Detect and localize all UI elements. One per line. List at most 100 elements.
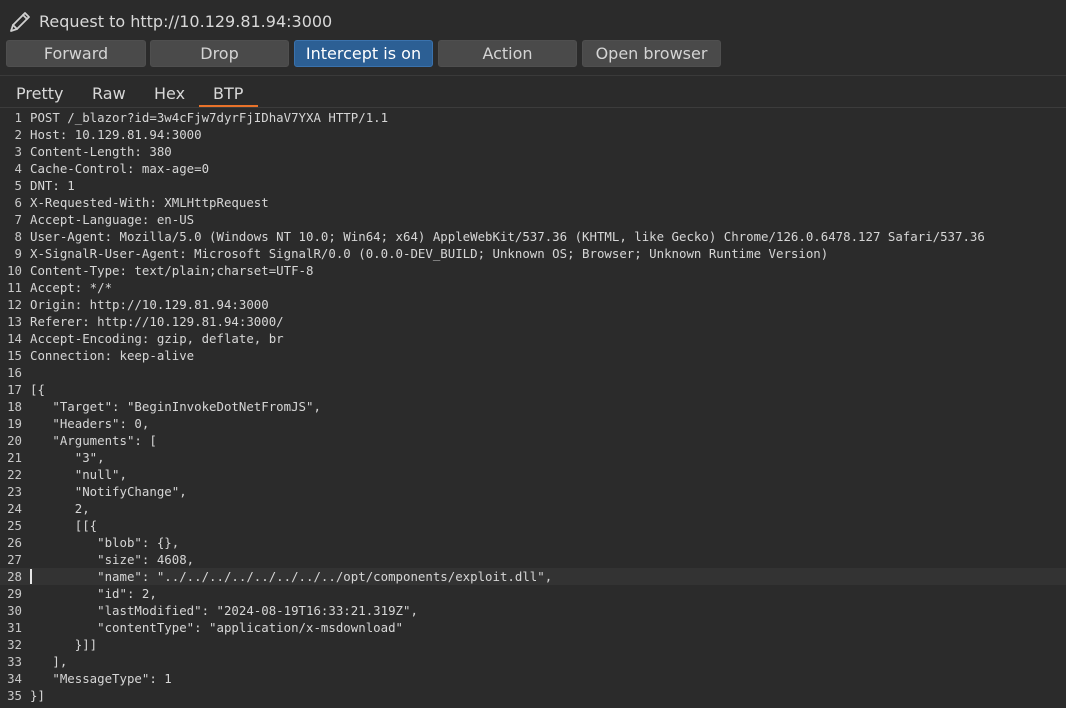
tab-raw[interactable]: Raw (92, 84, 126, 103)
code-line[interactable]: 18 "Target": "BeginInvokeDotNetFromJS", (0, 398, 1066, 415)
code-line[interactable]: 34 "MessageType": 1 (0, 670, 1066, 687)
line-content: Origin: http://10.129.81.94:3000 (30, 297, 269, 312)
line-content: "MessageType": 1 (30, 671, 172, 686)
tab-hex[interactable]: Hex (154, 84, 185, 103)
line-number: 12 (7, 297, 22, 312)
code-line[interactable]: 25 [[{ (0, 517, 1066, 534)
code-line[interactable]: 29 "id": 2, (0, 585, 1066, 602)
line-content: "contentType": "application/x-msdownload… (30, 620, 403, 635)
intercept-toolbar: Forward Drop Intercept is on Action Open… (0, 40, 1066, 68)
code-line[interactable]: 5 DNT: 1 (0, 177, 1066, 194)
text-caret (30, 569, 32, 584)
open-browser-button[interactable]: Open browser (582, 40, 721, 67)
line-number: 22 (7, 467, 22, 482)
code-line[interactable]: 31 "contentType": "application/x-msdownl… (0, 619, 1066, 636)
line-number: 1 (14, 110, 22, 125)
line-number: 32 (7, 637, 22, 652)
code-line[interactable]: 28 "name": "../../../../../../../../opt/… (0, 568, 1066, 585)
code-line[interactable]: 7 Accept-Language: en-US (0, 211, 1066, 228)
window-title: Request to http://10.129.81.94:3000 (39, 12, 333, 31)
code-line[interactable]: 12 Origin: http://10.129.81.94:3000 (0, 296, 1066, 313)
line-content: "NotifyChange", (30, 484, 187, 499)
code-line[interactable]: 1 POST /_blazor?id=3w4cFjw7dyrFjIDhaV7YXA… (0, 109, 1066, 126)
code-line[interactable]: 13 Referer: http://10.129.81.94:3000/ (0, 313, 1066, 330)
line-content: "Arguments": [ (30, 433, 157, 448)
code-line[interactable]: 15 Connection: keep-alive (0, 347, 1066, 364)
line-number: 9 (14, 246, 22, 261)
intercept-toggle-button[interactable]: Intercept is on (294, 40, 433, 67)
code-line[interactable]: 17 [{ (0, 381, 1066, 398)
line-number: 26 (7, 535, 22, 550)
code-line[interactable]: 27 "size": 4608, (0, 551, 1066, 568)
line-number: 5 (14, 178, 22, 193)
line-content: DNT: 1 (30, 178, 75, 193)
line-number: 4 (14, 161, 22, 176)
line-content: [{ (30, 382, 45, 397)
code-line[interactable]: 3 Content-Length: 380 (0, 143, 1066, 160)
line-content: "lastModified": "2024-08-19T16:33:21.319… (30, 603, 418, 618)
line-number: 31 (7, 620, 22, 635)
line-number: 7 (14, 212, 22, 227)
line-content: Host: 10.129.81.94:3000 (30, 127, 202, 142)
line-number: 20 (7, 433, 22, 448)
line-content: "size": 4608, (30, 552, 195, 567)
code-line[interactable]: 2 Host: 10.129.81.94:3000 (0, 126, 1066, 143)
code-line[interactable]: 22 "null", (0, 466, 1066, 483)
code-line[interactable]: 14 Accept-Encoding: gzip, deflate, br (0, 330, 1066, 347)
line-content: }]] (30, 637, 98, 652)
tab-btp[interactable]: BTP (213, 84, 243, 103)
line-content: "name": "../../../../../../../../opt/com… (30, 569, 553, 584)
line-content: "Target": "BeginInvokeDotNetFromJS", (30, 399, 321, 414)
code-line[interactable]: 30 "lastModified": "2024-08-19T16:33:21.… (0, 602, 1066, 619)
code-line[interactable]: 20 "Arguments": [ (0, 432, 1066, 449)
action-button[interactable]: Action (438, 40, 577, 67)
line-number: 14 (7, 331, 22, 346)
code-line[interactable]: 16 (0, 364, 1066, 381)
line-number: 21 (7, 450, 22, 465)
code-line[interactable]: 24 2, (0, 500, 1066, 517)
code-line[interactable]: 21 "3", (0, 449, 1066, 466)
title-bar: Request to http://10.129.81.94:3000 (0, 0, 1066, 40)
line-content: Cache-Control: max-age=0 (30, 161, 210, 176)
line-number: 30 (7, 603, 22, 618)
request-text-editor[interactable]: 1 POST /_blazor?id=3w4cFjw7dyrFjIDhaV7YXA… (0, 109, 1066, 708)
code-line[interactable]: 33 ], (0, 653, 1066, 670)
code-line[interactable]: 4 Cache-Control: max-age=0 (0, 160, 1066, 177)
line-content: POST /_blazor?id=3w4cFjw7dyrFjIDhaV7YXA … (30, 110, 389, 125)
message-view-tabs: Pretty Raw Hex BTP (0, 75, 1066, 108)
line-number: 18 (7, 399, 22, 414)
line-number: 11 (7, 280, 22, 295)
code-line[interactable]: 11 Accept: */* (0, 279, 1066, 296)
line-content: Accept: */* (30, 280, 113, 295)
line-number: 34 (7, 671, 22, 686)
line-number: 8 (14, 229, 22, 244)
code-line[interactable]: 8 User-Agent: Mozilla/5.0 (Windows NT 10.… (0, 228, 1066, 245)
code-line[interactable]: 6 X-Requested-With: XMLHttpRequest (0, 194, 1066, 211)
forward-button[interactable]: Forward (6, 40, 146, 67)
code-line[interactable]: 26 "blob": {}, (0, 534, 1066, 551)
tab-pretty[interactable]: Pretty (16, 84, 63, 103)
code-line[interactable]: 35}] (0, 687, 1066, 704)
line-content: Content-Length: 380 (30, 144, 172, 159)
line-content: ], (30, 654, 68, 669)
line-number: 19 (7, 416, 22, 431)
line-content: Connection: keep-alive (30, 348, 195, 363)
code-line[interactable]: 23 "NotifyChange", (0, 483, 1066, 500)
code-line[interactable]: 10 Content-Type: text/plain;charset=UTF-8 (0, 262, 1066, 279)
line-content: Accept-Encoding: gzip, deflate, br (30, 331, 284, 346)
line-number: 23 (7, 484, 22, 499)
code-line[interactable]: 19 "Headers": 0, (0, 415, 1066, 432)
line-number: 29 (7, 586, 22, 601)
pencil-icon (6, 8, 34, 36)
line-content: User-Agent: Mozilla/5.0 (Windows NT 10.0… (30, 229, 985, 244)
line-number: 33 (7, 654, 22, 669)
line-content: "blob": {}, (30, 535, 180, 550)
line-number: 28 (7, 569, 22, 584)
line-content: [[{ (30, 518, 98, 533)
line-content: Accept-Language: en-US (30, 212, 195, 227)
line-content: X-Requested-With: XMLHttpRequest (30, 195, 269, 210)
code-line[interactable]: 9 X-SignalR-User-Agent: Microsoft SignalR… (0, 245, 1066, 262)
line-content: }] (30, 688, 45, 703)
code-line[interactable]: 32 }]] (0, 636, 1066, 653)
drop-button[interactable]: Drop (150, 40, 289, 67)
